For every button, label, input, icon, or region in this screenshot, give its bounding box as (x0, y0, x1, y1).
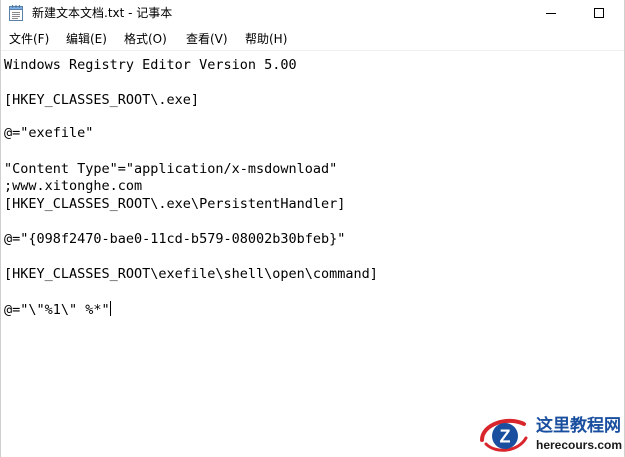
maximize-button[interactable] (576, 0, 622, 27)
notepad-icon (9, 5, 23, 21)
svg-text:Z: Z (500, 427, 511, 447)
editor-line: @="{098f2470-bae0-11cd-b579-08002b30bfeb… (4, 231, 346, 247)
editor-line-last: @="\"%1\" %*" (4, 301, 111, 318)
editor-line: ;www.xitonghe.com (4, 178, 143, 194)
watermark-title: 这里教程网 (536, 416, 621, 436)
minimize-icon (546, 5, 556, 23)
editor-line: "Content Type"="application/x-msdownload… (4, 161, 338, 177)
editor-line-text: @="\"%1\" %*" (4, 302, 110, 318)
menu-format[interactable]: 格式(O) (124, 31, 167, 48)
menu-file[interactable]: 文件(F) (9, 31, 49, 48)
text-editor[interactable]: Windows Registry Editor Version 5.00 [HK… (1, 51, 624, 457)
editor-line: [HKEY_CLASSES_ROOT\.exe] (4, 92, 200, 108)
maximize-icon (594, 5, 604, 23)
watermark: Z 这里教程网 herecours.com (478, 414, 624, 456)
editor-line: Windows Registry Editor Version 5.00 (4, 57, 297, 73)
menu-view[interactable]: 查看(V) (186, 31, 228, 48)
editor-line: [HKEY_CLASSES_ROOT\exefile\shell\open\co… (4, 266, 378, 282)
notepad-window: 新建文本文档.txt - 记事本 文件(F) 编辑(E) 格式(O) 查看(V)… (0, 0, 625, 457)
watermark-logo: Z (478, 414, 530, 456)
text-caret (109, 301, 111, 316)
menu-help[interactable]: 帮助(H) (245, 31, 287, 48)
watermark-url: herecours.com (536, 438, 623, 452)
editor-line: [HKEY_CLASSES_ROOT\.exe\PersistentHandle… (4, 196, 346, 212)
minimize-button[interactable] (528, 0, 574, 27)
window-title: 新建文本文档.txt - 记事本 (32, 6, 173, 20)
editor-line: @="exefile" (4, 125, 94, 141)
menu-bar: 文件(F) 编辑(E) 格式(O) 查看(V) 帮助(H) (1, 29, 624, 50)
menu-edit[interactable]: 编辑(E) (66, 31, 107, 48)
title-bar[interactable]: 新建文本文档.txt - 记事本 (1, 0, 624, 27)
